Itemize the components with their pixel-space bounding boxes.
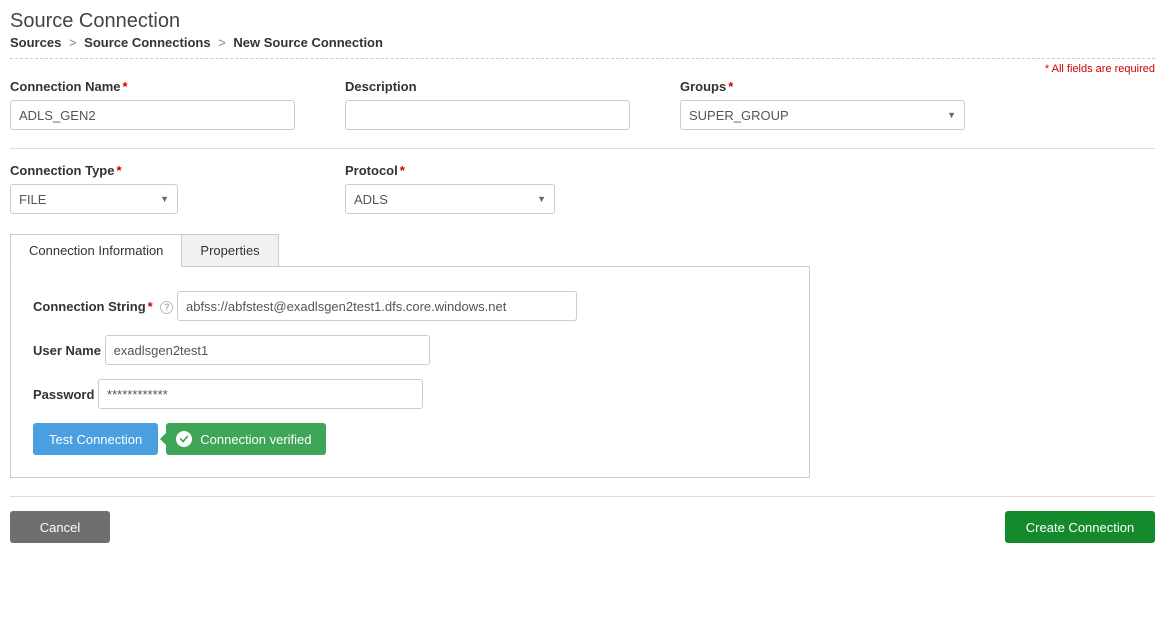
tabs: Connection Information Properties	[10, 234, 1155, 267]
groups-value: SUPER_GROUP	[689, 108, 789, 123]
tab-connection-information[interactable]: Connection Information	[10, 234, 182, 267]
breadcrumb: Sources > Source Connections > New Sourc…	[10, 35, 1155, 50]
user-name-label: User Name	[33, 343, 101, 358]
connection-string-label: Connection String* ?	[33, 299, 177, 314]
divider	[10, 148, 1155, 149]
password-label: Password	[33, 387, 94, 402]
protocol-value: ADLS	[354, 192, 388, 207]
chevron-down-icon: ▼	[160, 194, 169, 204]
status-badge: Connection verified	[166, 423, 325, 455]
connection-type-value: FILE	[19, 192, 46, 207]
breadcrumb-sep: >	[69, 35, 77, 50]
divider	[10, 58, 1155, 59]
connection-string-input[interactable]	[177, 291, 577, 321]
chevron-down-icon: ▼	[537, 194, 546, 204]
protocol-select[interactable]: ADLS ▼	[345, 184, 555, 214]
tab-properties[interactable]: Properties	[181, 234, 278, 267]
chevron-down-icon: ▼	[947, 110, 956, 120]
connection-type-label: Connection Type*	[10, 163, 345, 178]
help-icon[interactable]: ?	[160, 301, 173, 314]
breadcrumb-item-sources[interactable]: Sources	[10, 35, 61, 50]
check-icon	[176, 431, 192, 447]
groups-select[interactable]: SUPER_GROUP ▼	[680, 100, 965, 130]
connection-name-input[interactable]	[10, 100, 295, 130]
password-input[interactable]	[98, 379, 423, 409]
status-text: Connection verified	[200, 432, 311, 447]
protocol-label: Protocol*	[345, 163, 680, 178]
divider	[10, 496, 1155, 497]
description-input[interactable]	[345, 100, 630, 130]
breadcrumb-item-source-connections[interactable]: Source Connections	[84, 35, 210, 50]
description-label: Description	[345, 79, 680, 94]
page-title: Source Connection	[10, 10, 1155, 33]
tab-panel-connection-information: Connection String* ? User Name Password …	[10, 266, 810, 478]
user-name-input[interactable]	[105, 335, 430, 365]
test-connection-button[interactable]: Test Connection	[33, 423, 158, 455]
connection-type-select[interactable]: FILE ▼	[10, 184, 178, 214]
breadcrumb-item-current: New Source Connection	[233, 35, 383, 50]
required-note: * All fields are required	[10, 63, 1155, 75]
breadcrumb-sep: >	[218, 35, 226, 50]
connection-name-label: Connection Name*	[10, 79, 345, 94]
cancel-button[interactable]: Cancel	[10, 511, 110, 543]
create-connection-button[interactable]: Create Connection	[1005, 511, 1155, 543]
groups-label: Groups*	[680, 79, 1155, 94]
